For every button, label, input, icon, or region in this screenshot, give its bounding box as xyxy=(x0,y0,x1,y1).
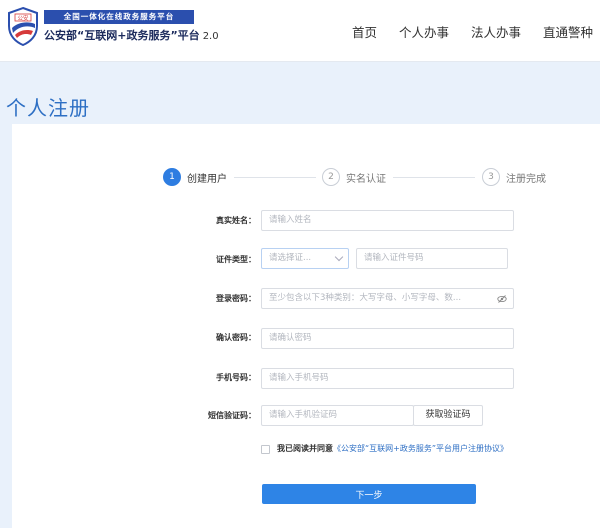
main-nav: 首页 个人办事 法人办事 直通警种 直 xyxy=(352,0,600,62)
password-input[interactable]: 至少包含以下3种类别：大写字母、小写字母、数... xyxy=(261,288,514,309)
step-label: 实名认证 xyxy=(346,173,386,185)
police-shield-logo-icon[interactable]: 公安 xyxy=(6,6,40,46)
agreement-text: 我已阅读并同意《公安部“互联网+政务服务”平台用户注册协议》 xyxy=(277,442,527,455)
step-real-name-auth: 2 实名认证 xyxy=(322,167,386,187)
agreement-link[interactable]: 《公安部“互联网+政务服务”平台用户注册协议》 xyxy=(333,444,508,453)
step-number: 1 xyxy=(163,168,181,186)
sms-code-input[interactable]: 请输入手机验证码 xyxy=(261,405,414,426)
step-label: 注册完成 xyxy=(506,173,546,185)
step-registration-complete: 3 注册完成 xyxy=(482,167,546,187)
platform-banner: 全国一体化在线政务服务平台 xyxy=(44,10,194,24)
name-input[interactable]: 请输入姓名 xyxy=(261,210,514,231)
step-connector xyxy=(234,177,316,178)
nav-home[interactable]: 首页 xyxy=(352,22,377,41)
step-number: 3 xyxy=(482,168,500,186)
confirm-password-label: 确认密码： xyxy=(216,333,256,342)
next-step-button[interactable]: 下一步 xyxy=(262,484,476,504)
step-label: 创建用户 xyxy=(187,173,227,185)
confirm-password-input[interactable]: 请确认密码 xyxy=(261,328,514,349)
nav-police-direct[interactable]: 直通警种 xyxy=(543,22,593,41)
password-placeholder: 至少包含以下3种类别：大写字母、小写字母、数... xyxy=(269,293,462,303)
phone-label: 手机号码： xyxy=(216,373,256,382)
shield-text: 公安 xyxy=(17,14,29,22)
agreement-prefix: 我已阅读并同意 xyxy=(277,444,333,453)
eye-off-icon[interactable] xyxy=(497,294,507,304)
id-type-placeholder: 请选择证... xyxy=(269,253,312,263)
step-number: 2 xyxy=(322,168,340,186)
nav-corporate-affairs[interactable]: 法人办事 xyxy=(471,22,521,41)
header: 公安 全国一体化在线政务服务平台 公安部“互联网+政务服务”平台 2.0 首页 个… xyxy=(0,0,600,62)
password-label: 登录密码： xyxy=(216,294,256,303)
chevron-down-icon xyxy=(334,252,344,262)
id-type-select[interactable]: 请选择证... xyxy=(261,248,349,269)
step-create-user: 1 创建用户 xyxy=(163,167,227,187)
id-type-label: 证件类型： xyxy=(216,255,256,264)
page-title: 个人注册 xyxy=(6,96,90,120)
sms-code-label: 短信验证码： xyxy=(208,411,256,420)
agreement-checkbox[interactable] xyxy=(261,445,270,454)
step-connector xyxy=(393,177,475,178)
nav-personal-affairs[interactable]: 个人办事 xyxy=(399,22,449,41)
id-number-input[interactable]: 请输入证件号码 xyxy=(356,248,508,269)
site-title-text: 公安部“互联网+政务服务”平台 xyxy=(44,29,200,42)
get-sms-code-button[interactable]: 获取验证码 xyxy=(413,405,483,426)
phone-input[interactable]: 请输入手机号码 xyxy=(261,368,514,389)
site-title[interactable]: 公安部“互联网+政务服务”平台 2.0 xyxy=(44,27,219,43)
site-version: 2.0 xyxy=(202,31,219,42)
name-label: 真实姓名： xyxy=(216,216,256,225)
